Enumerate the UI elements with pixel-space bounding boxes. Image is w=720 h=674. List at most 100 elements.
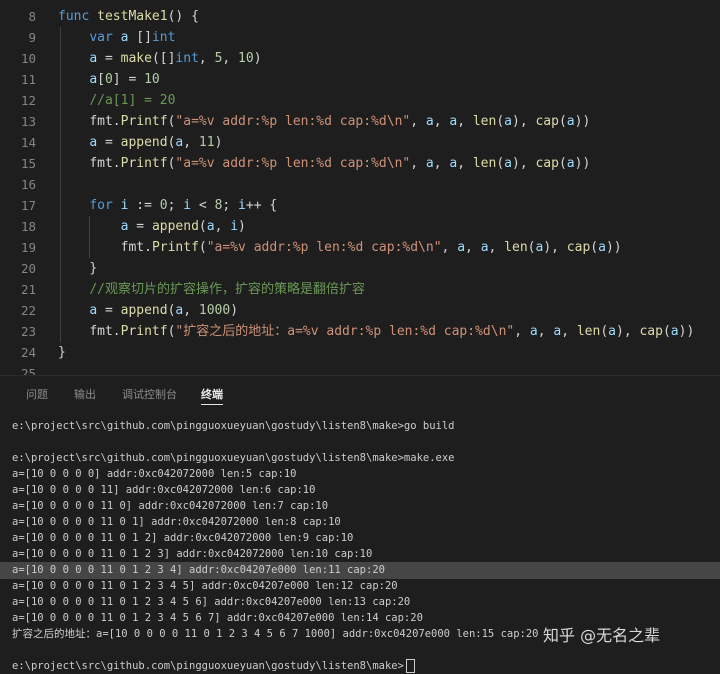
code-token: a	[480, 240, 489, 255]
code-token: append	[151, 219, 199, 234]
code-text: var a []int	[58, 27, 175, 48]
code-text: a[0] = 10	[58, 69, 160, 90]
code-token: ,	[537, 324, 554, 339]
code-line[interactable]: 20 }	[0, 258, 720, 279]
terminal-text: a=[10 0 0 0 0 11 0 1 2 3 4 5 6 7] addr:0…	[12, 612, 423, 624]
terminal-line: a=[10 0 0 0 0 11 0 1 2] addr:0xc04207200…	[12, 531, 353, 546]
terminal-text: a=[10 0 0 0 0 11 0] addr:0xc042072000 le…	[12, 500, 329, 512]
code-text: //a[1] = 20	[58, 90, 175, 111]
line-number: 20	[20, 261, 36, 276]
code-token: ))	[678, 324, 695, 339]
panel-tabs: 问题 输出 调试控制台 终端	[0, 376, 720, 410]
code-line[interactable]: 16	[0, 174, 720, 195]
code-token: ,	[465, 240, 481, 255]
line-number: 8	[28, 9, 36, 24]
code-line[interactable]: 13 fmt.Printf ("a=%v addr:%p len:%d cap:%…	[0, 111, 720, 132]
terminal-line: a=[10 0 0 0 0 11 0] addr:0xc042072000 le…	[12, 499, 328, 514]
tab-problems[interactable]: 问题	[26, 386, 48, 402]
code-token: 10	[144, 72, 160, 87]
code-line[interactable]: 22 a = append(a, 1000)	[0, 300, 720, 321]
terminal-text: a=[10 0 0 0 0 11 0 1 2 3 4 5 6] addr:0xc…	[12, 596, 411, 608]
code-token: (	[600, 324, 609, 339]
code-line[interactable]: 14 a = append(a, 11)	[0, 132, 720, 153]
code-token: ,	[183, 303, 199, 318]
code-token: ,	[488, 240, 505, 255]
code-line[interactable]: 21 //观察切片的扩容操作，扩容的策略是翻倍扩容	[0, 279, 720, 300]
code-line[interactable]: 9 var a []int	[0, 27, 720, 48]
code-token: (	[558, 114, 567, 129]
code-line[interactable]: 11 a[0] = 10	[0, 69, 720, 90]
line-number: 22	[20, 303, 36, 318]
code-line[interactable]: 8 func testMake1() {	[0, 6, 720, 27]
code-token: ,	[457, 156, 473, 171]
terminal-text: 扩容之后的地址：a=[10 0 0 0 0 11 0 1 2 3 4 5 6 7…	[12, 628, 539, 640]
code-token: (	[558, 156, 567, 171]
code-token: testMake1	[97, 9, 168, 24]
code-token: len	[576, 324, 601, 339]
code-line[interactable]: 10 a = make([]int, 5, 10)	[0, 48, 720, 69]
code-token: Printf	[120, 156, 168, 171]
tab-output[interactable]: 输出	[74, 386, 96, 402]
code-token: 11	[198, 135, 215, 150]
code-text: fmt.Printf("a=%v addr:%p len:%d cap:%d\n…	[58, 237, 622, 258]
code-line[interactable]: 24}	[0, 342, 720, 363]
terminal-cursor	[405, 659, 415, 673]
code-token: [	[97, 72, 105, 87]
code-token: a	[566, 156, 575, 171]
code-token: ,	[561, 324, 577, 339]
terminal-line: 扩容之后的地址：a=[10 0 0 0 0 11 0 1 2 3 4 5 6 7…	[12, 627, 539, 642]
line-number: 14	[20, 135, 36, 150]
code-token: len	[472, 156, 497, 171]
code-token: 0	[159, 198, 168, 213]
code-token: len	[504, 240, 528, 255]
code-token: "a=%v addr:%p len:%d cap:%d\n"	[175, 114, 411, 129]
code-token: int	[151, 30, 176, 45]
code-editor[interactable]: 8 func testMake1() {9 var a []int 10 a = m…	[0, 0, 720, 375]
code-token: make	[120, 51, 152, 66]
code-line[interactable]: 25	[0, 363, 720, 375]
line-number: 23	[20, 324, 36, 339]
code-text: a = append(a, 11)	[58, 132, 222, 153]
code-line[interactable]: 12 //a[1] = 20	[0, 90, 720, 111]
code-line[interactable]: 17 for i := 0; i < 8; i++ {	[0, 195, 720, 216]
watermark: 知乎 @无名之辈	[543, 626, 661, 645]
code-token: i	[238, 198, 246, 213]
tab-debug-console[interactable]: 调试控制台	[122, 386, 177, 402]
code-token: 10	[238, 51, 254, 66]
code-token: int	[175, 51, 199, 66]
terminal-text: a=[10 0 0 0 0] addr:0xc042072000 len:5 c…	[12, 468, 297, 480]
code-token: a	[529, 324, 538, 339]
code-token: "a=%v addr:%p len:%d cap:%d\n"	[175, 156, 411, 171]
code-text: fmt.Printf ("扩容之后的地址：a=%v addr:%p len:%d …	[58, 321, 694, 342]
line-number: 16	[20, 177, 36, 192]
code-token: (	[198, 219, 207, 234]
tab-terminal[interactable]: 终端	[201, 386, 223, 405]
code-token: ,	[222, 51, 239, 66]
line-number: 24	[20, 345, 36, 360]
code-token: ,	[198, 51, 215, 66]
code-token: ,	[410, 156, 426, 171]
code-token: =	[97, 135, 121, 150]
code-token: a	[670, 324, 679, 339]
code-token: (	[662, 324, 671, 339]
code-line[interactable]: 19 fmt.Printf("a=%v addr:%p len:%d cap:%…	[0, 237, 720, 258]
code-token: (	[590, 240, 599, 255]
code-token: ,	[214, 219, 231, 234]
line-number: 15	[20, 156, 36, 171]
code-token: .	[144, 240, 152, 255]
code-token: ([]	[151, 51, 176, 66]
code-token: a	[504, 156, 512, 171]
line-number: 21	[20, 282, 36, 297]
code-line[interactable]: 23 fmt.Printf ("扩容之后的地址：a=%v addr:%p len:…	[0, 321, 720, 342]
code-line[interactable]: 15 fmt.Printf ("a=%v addr:%p len:%d cap:%…	[0, 153, 720, 174]
code-line[interactable]: 18 a = append(a, i)	[0, 216, 720, 237]
terminal-text: e:\project\src\github.com\pingguoxueyuan…	[12, 452, 455, 464]
code-token: =	[128, 219, 152, 234]
